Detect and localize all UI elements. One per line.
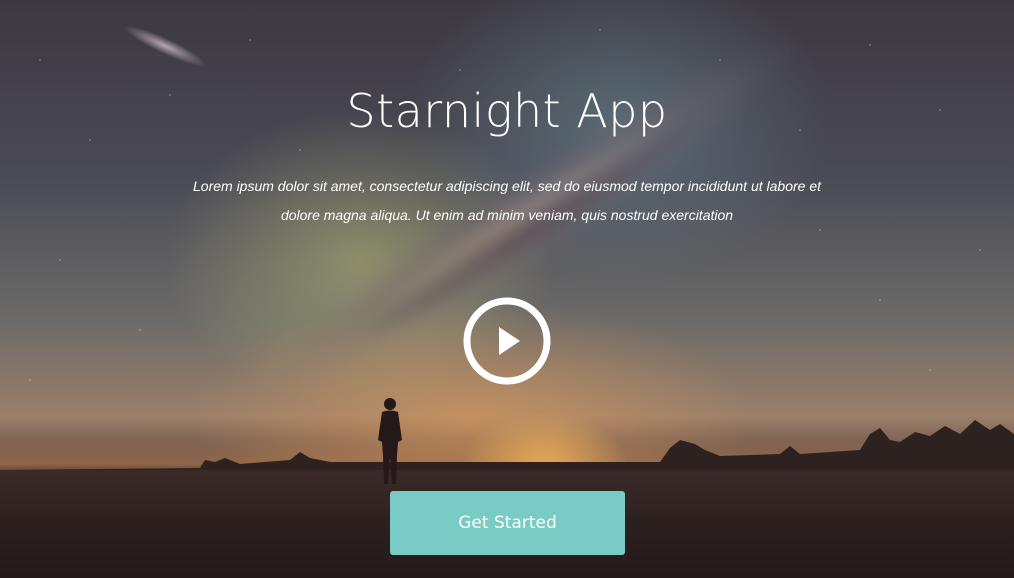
person-silhouette: [378, 398, 402, 484]
play-circle-icon: [463, 297, 551, 385]
hero-subtitle: Lorem ipsum dolor sit amet, consectetur …: [193, 178, 821, 223]
page-title: Starnight App: [346, 84, 668, 138]
play-video-button[interactable]: [462, 296, 552, 386]
get-started-button[interactable]: Get Started: [390, 491, 625, 555]
hero-section: Starnight App Lorem ipsum dolor sit amet…: [0, 0, 1014, 578]
